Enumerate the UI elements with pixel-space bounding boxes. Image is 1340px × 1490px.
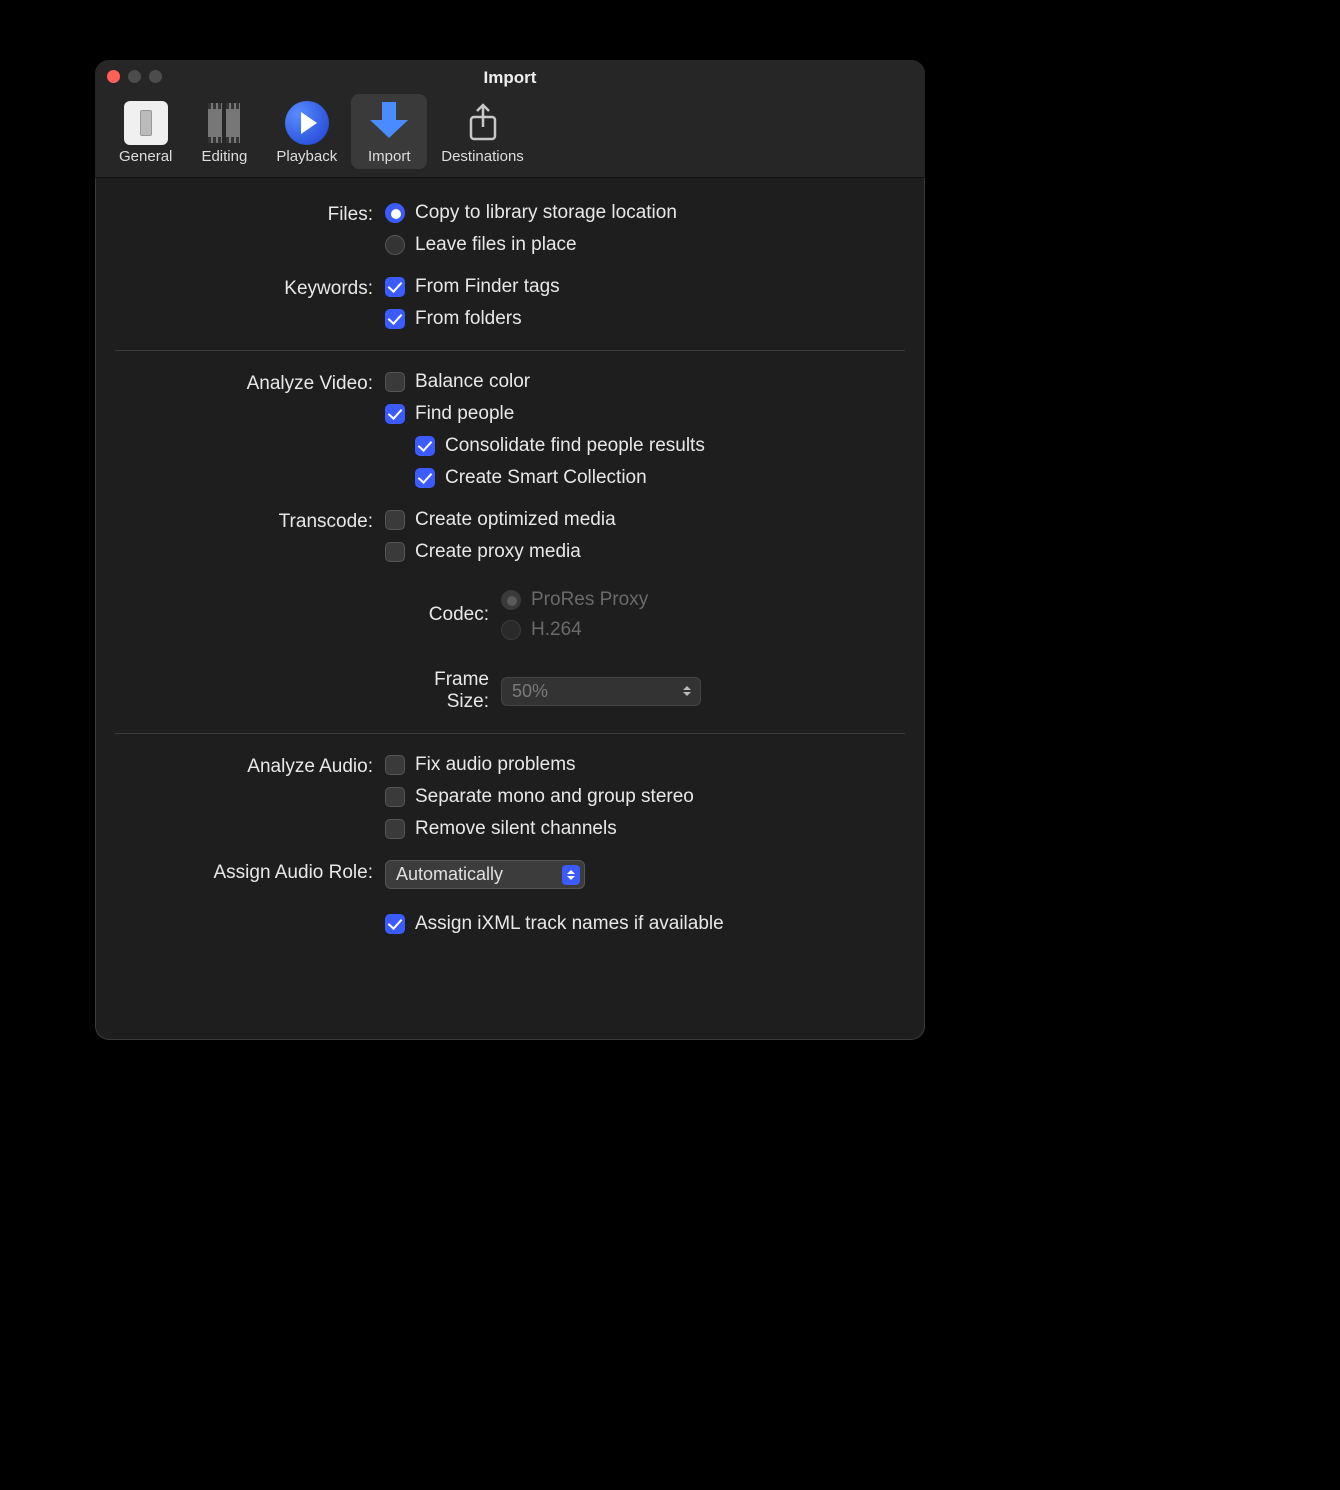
radio-h264: H.264 — [501, 619, 905, 641]
keywords-label: Keywords: — [115, 276, 385, 300]
checkbox-balance-color[interactable]: Balance color — [385, 371, 905, 393]
option-label: Consolidate find people results — [445, 435, 705, 457]
checkbox-icon — [385, 787, 405, 807]
divider — [115, 733, 905, 734]
select-value: 50% — [512, 681, 548, 702]
checkbox-separate-mono[interactable]: Separate mono and group stereo — [385, 786, 905, 808]
assign-audio-role-label: Assign Audio Role: — [115, 860, 385, 884]
chevron-updown-icon — [562, 865, 580, 885]
option-label: Create proxy media — [415, 541, 581, 563]
tab-playback[interactable]: Playback — [262, 94, 351, 169]
tab-editing[interactable]: Editing — [186, 94, 262, 169]
option-label: From folders — [415, 308, 522, 330]
checkbox-icon — [385, 510, 405, 530]
checkbox-consolidate-results[interactable]: Consolidate find people results — [415, 435, 905, 457]
tab-import[interactable]: Import — [351, 94, 427, 169]
transcode-label: Transcode: — [115, 509, 385, 533]
radio-prores-proxy: ProRes Proxy — [501, 589, 905, 611]
frame-size-label: Frame Size: — [389, 669, 501, 713]
zoom-window-button[interactable] — [149, 70, 162, 83]
option-label: Remove silent channels — [415, 818, 617, 840]
checkbox-icon — [385, 309, 405, 329]
option-label: ProRes Proxy — [531, 589, 648, 611]
tab-destinations[interactable]: Destinations — [427, 94, 538, 169]
checkbox-icon — [385, 914, 405, 934]
frame-size-select: 50% — [501, 677, 701, 706]
radio-icon — [385, 203, 405, 223]
tab-label: Destinations — [441, 148, 524, 165]
radio-leave-files[interactable]: Leave files in place — [385, 234, 905, 256]
option-label: Fix audio problems — [415, 754, 576, 776]
checkbox-icon — [385, 542, 405, 562]
checkbox-find-people[interactable]: Find people — [385, 403, 905, 425]
files-label: Files: — [115, 202, 385, 226]
tab-label: Import — [368, 148, 411, 165]
checkbox-icon — [415, 468, 435, 488]
checkbox-proxy-media[interactable]: Create proxy media — [385, 541, 905, 563]
analyze-audio-label: Analyze Audio: — [115, 754, 385, 778]
window-title: Import — [105, 66, 915, 88]
checkbox-optimized-media[interactable]: Create optimized media — [385, 509, 905, 531]
tab-label: Playback — [276, 148, 337, 165]
checkbox-icon — [385, 755, 405, 775]
divider — [115, 350, 905, 351]
checkbox-from-folders[interactable]: From folders — [385, 308, 905, 330]
content-area: Files: Copy to library storage location … — [95, 178, 925, 967]
option-label: Separate mono and group stereo — [415, 786, 694, 808]
option-label: Leave files in place — [415, 234, 577, 256]
checkbox-icon — [415, 436, 435, 456]
checkbox-remove-silent[interactable]: Remove silent channels — [385, 818, 905, 840]
checkbox-finder-tags[interactable]: From Finder tags — [385, 276, 905, 298]
chevron-updown-icon — [678, 681, 696, 701]
destinations-icon — [467, 103, 499, 143]
radio-icon — [501, 620, 521, 640]
option-label: Find people — [415, 403, 514, 425]
option-label: Create Smart Collection — [445, 467, 647, 489]
playback-icon — [285, 101, 329, 145]
preferences-window: Import General Editing Playback — [95, 60, 925, 1040]
option-label: Assign iXML track names if available — [415, 913, 724, 935]
checkbox-smart-collection[interactable]: Create Smart Collection — [415, 467, 905, 489]
option-label: Create optimized media — [415, 509, 616, 531]
checkbox-ixml[interactable]: Assign iXML track names if available — [385, 913, 905, 935]
checkbox-icon — [385, 277, 405, 297]
option-label: Balance color — [415, 371, 530, 393]
analyze-video-label: Analyze Video: — [115, 371, 385, 395]
option-label: From Finder tags — [415, 276, 560, 298]
radio-copy-to-library[interactable]: Copy to library storage location — [385, 202, 905, 224]
checkbox-icon — [385, 372, 405, 392]
window-controls — [105, 66, 164, 83]
tab-label: General — [119, 148, 172, 165]
import-icon — [370, 102, 408, 144]
option-label: H.264 — [531, 619, 582, 641]
option-label: Copy to library storage location — [415, 202, 677, 224]
checkbox-icon — [385, 819, 405, 839]
codec-label: Codec: — [389, 604, 501, 626]
checkbox-icon — [385, 404, 405, 424]
general-icon — [124, 101, 168, 145]
toolbar-tabs: General Editing Playback Import — [105, 94, 915, 169]
tab-general[interactable]: General — [105, 94, 186, 169]
close-window-button[interactable] — [107, 70, 120, 83]
checkbox-fix-audio[interactable]: Fix audio problems — [385, 754, 905, 776]
assign-audio-role-select[interactable]: Automatically — [385, 860, 585, 889]
select-value: Automatically — [396, 864, 503, 885]
minimize-window-button[interactable] — [128, 70, 141, 83]
toolbar: Import General Editing Playback — [95, 60, 925, 178]
radio-icon — [501, 590, 521, 610]
tab-label: Editing — [201, 148, 247, 165]
editing-icon — [204, 103, 244, 143]
radio-icon — [385, 235, 405, 255]
